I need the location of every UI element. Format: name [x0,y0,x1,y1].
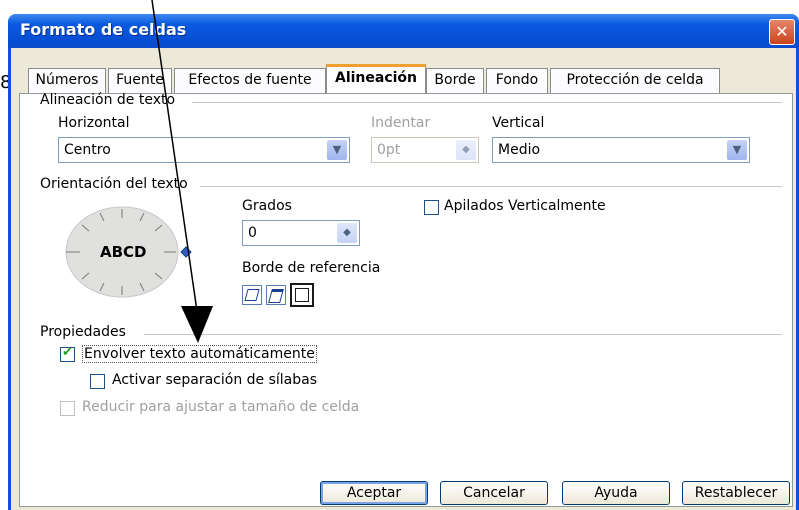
reference-edge-label: Borde de referencia [242,260,381,276]
spin-arrows-icon[interactable]: ◆ [337,223,357,243]
degrees-label: Grados [242,198,292,214]
reference-inside-button[interactable] [290,283,314,307]
dial-text: ABCD [100,243,147,261]
orientation-divider [200,186,782,187]
vertical-label: Vertical [492,115,545,131]
stacked-label: Apilados Verticalmente [444,198,606,214]
vertical-value: Medio [498,142,541,158]
tab-fuente[interactable]: Fuente [108,68,172,93]
ok-button[interactable]: Aceptar [320,481,428,505]
close-icon[interactable]: ✕ [769,19,795,45]
cancel-button[interactable]: Cancelar [440,481,548,505]
wrap-text-checkbox[interactable] [60,345,75,362]
degrees-value: 0 [248,225,257,241]
tab-proteccion-de-celda[interactable]: Protección de celda [550,68,720,93]
properties-divider [144,334,782,335]
alignment-divider [192,102,782,103]
spin-arrows-icon[interactable]: ◆ [456,140,476,160]
indent-label: Indentar [371,115,431,131]
reference-top-edge-button[interactable] [266,285,286,305]
properties-section-title: Propiedades [40,324,126,340]
tab-borde[interactable]: Borde [426,68,484,93]
degrees-spinbox[interactable]: 0 ◆ [242,220,360,246]
indent-value: 0pt [377,142,401,158]
title-bar[interactable]: Formato de celdas ✕ [8,14,799,48]
vertical-select[interactable]: Medio ▼ [492,137,750,163]
shrink-to-fit-checkbox[interactable] [60,401,75,416]
help-button[interactable]: Ayuda [562,481,670,505]
tab-efectos-de-fuente[interactable]: Efectos de fuente [174,68,326,93]
reference-bottom-edge-button[interactable] [242,285,262,305]
tab-alineacion[interactable]: Alineación [326,64,426,96]
chevron-down-icon[interactable]: ▼ [727,140,747,160]
reset-button[interactable]: Restablecer [682,481,790,505]
alignment-section-title: Alineación de texto [40,92,176,108]
tab-fondo[interactable]: Fondo [486,68,548,93]
chevron-down-icon[interactable]: ▼ [327,140,347,160]
tab-numeros[interactable]: Números [28,68,106,93]
square-icon [295,288,309,302]
shrink-to-fit-label: Reducir para ajustar a tamaño de celda [82,399,360,415]
horizontal-label: Horizontal [58,115,130,131]
window-title: Formato de celdas [20,20,187,39]
hyphenation-label: Activar separación de sílabas [112,372,318,388]
parallelogram-icon [244,289,260,301]
dialog-window: Formato de celdas ✕ Números Fuente Efect… [8,14,799,510]
dialog-client: Números Fuente Efectos de fuente Alineac… [11,48,796,510]
hyphenation-checkbox[interactable] [90,374,105,389]
stacked-checkbox[interactable] [424,200,439,215]
parallelogram-icon [268,289,284,303]
orientation-section-title: Orientación del texto [40,176,188,192]
horizontal-select[interactable]: Centro ▼ [58,137,350,163]
tab-panel: Alineación de texto Horizontal Centro ▼ … [19,92,793,507]
indent-spinbox[interactable]: 0pt ◆ [371,137,479,163]
horizontal-value: Centro [64,142,111,158]
wrap-text-label: Envolver texto automáticamente [82,345,317,363]
